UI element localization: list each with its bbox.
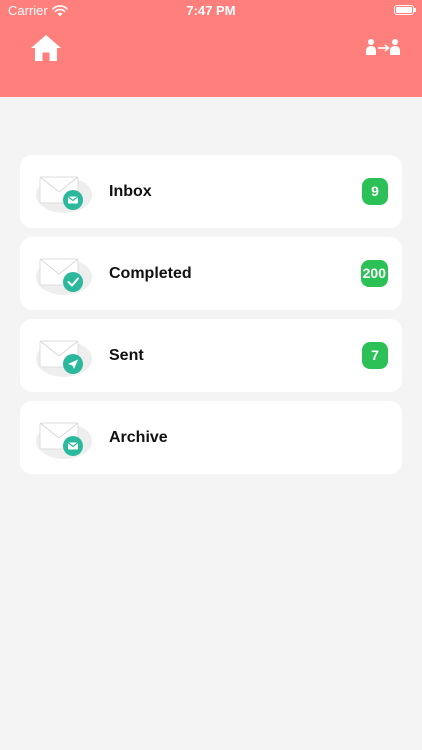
switch-user-button[interactable] — [366, 38, 400, 58]
mailbox-label: Completed — [109, 265, 192, 282]
mailbox-label: Inbox — [109, 183, 152, 200]
status-time: 7:47 PM — [186, 3, 236, 18]
envelope-check-icon — [34, 247, 106, 301]
count-badge: 9 — [362, 178, 388, 205]
mailbox-label: Sent — [109, 347, 144, 364]
envelope-send-icon — [34, 329, 106, 383]
mailbox-item-sent[interactable]: Sent 7 — [20, 319, 402, 392]
mailbox-label: Archive — [109, 429, 168, 446]
envelope-archive-icon — [34, 411, 106, 465]
home-button[interactable] — [30, 34, 62, 62]
count-badge: 200 — [360, 260, 388, 287]
swap-users-icon — [366, 39, 400, 55]
app-header: Carrier 7:47 PM — [0, 0, 422, 97]
mailbox-list: Inbox 9 Completed 200 Sent 7 Archive — [20, 155, 402, 483]
battery-icon — [394, 5, 416, 15]
count-badge: 7 — [362, 342, 388, 369]
envelope-mail-icon — [34, 165, 106, 219]
mailbox-item-archive[interactable]: Archive — [20, 401, 402, 474]
home-icon — [31, 35, 61, 61]
mailbox-item-completed[interactable]: Completed 200 — [20, 237, 402, 310]
mailbox-item-inbox[interactable]: Inbox 9 — [20, 155, 402, 228]
status-bar: Carrier 7:47 PM — [0, 0, 422, 22]
